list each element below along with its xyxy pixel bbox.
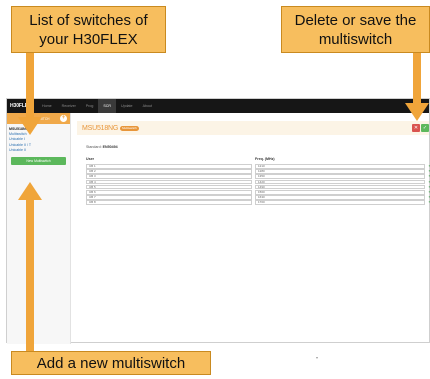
panel-title: MSU518NG — [82, 124, 119, 132]
delete-button[interactable]: ✕ — [412, 124, 420, 132]
sidebar: MULTISWITCH + MSU518NG Multiswitch Unica… — [7, 113, 71, 344]
sidebar-header: MULTISWITCH + — [7, 113, 70, 124]
column-header-user: User — [86, 157, 94, 161]
table-row: UB 3 1350 ✓ — [86, 173, 430, 179]
plus-icon[interactable]: + — [60, 115, 67, 122]
callout-text: Add a new multiswitch — [36, 354, 186, 372]
callout-text: your H30FLEX — [39, 30, 138, 48]
standard-line: Standard: EN50494 — [86, 145, 118, 149]
user-band-field[interactable]: UB 4 — [86, 179, 252, 185]
table-row: UB 5 1490 ✓ — [86, 184, 430, 190]
nav-prog[interactable]: Prog — [81, 99, 99, 113]
frequency-field[interactable]: 1700 — [255, 200, 425, 205]
nav-update[interactable]: Update — [116, 99, 138, 113]
panel-header: MSU518NG Multiswitch ✕ ✓ — [77, 121, 429, 135]
frequency-field[interactable]: 1350 — [255, 174, 425, 179]
main-nav: Home Receiver Prog SCR Update About — [37, 99, 157, 113]
user-band-field[interactable]: UB 1 — [86, 164, 252, 169]
table-row: UB 7 1630 ✓ — [86, 194, 430, 200]
switch-list: MSU518NG Multiswitch Unicable I Unicable… — [7, 124, 70, 153]
callout-delete-save: Delete or save the multiswitch — [281, 6, 430, 53]
nav-receiver[interactable]: Receiver — [57, 99, 81, 113]
top-navbar: H30FLEX Home Receiver Prog SCR Update Ab… — [7, 99, 429, 113]
user-band-field[interactable]: UB 2 — [86, 169, 252, 174]
callout-add-new: Add a new multiswitch — [11, 351, 211, 375]
frequency-field[interactable]: 1630 — [255, 195, 425, 200]
sidebar-header-label: MULTISWITCH — [27, 116, 50, 121]
standard-value: EN50494 — [102, 145, 118, 149]
table-row: UB 2 1280 ✓ — [86, 168, 430, 174]
standard-label: Standard: — [86, 145, 102, 149]
frequency-field[interactable]: 1490 — [255, 184, 425, 190]
frequency-field[interactable]: 1280 — [255, 169, 425, 174]
nav-about[interactable]: About — [138, 99, 157, 113]
app-window: H30FLEX Home Receiver Prog SCR Update Ab… — [6, 98, 430, 360]
table-row: UB 1 1210 ✓ — [86, 163, 430, 169]
scroll-indicator-icon[interactable]: ▾ — [316, 355, 318, 360]
callout-text: Delete or save the — [294, 11, 417, 29]
main-content: MSU518NG Multiswitch ✕ ✓ Standard: EN504… — [71, 113, 430, 360]
frequency-field[interactable]: 1560 — [255, 190, 425, 195]
table-row: UB 4 1420 ✓ — [86, 179, 430, 185]
user-band-field[interactable]: UB 6 — [86, 190, 252, 195]
callout-text: List of switches of — [29, 11, 148, 29]
callout-list-switches: List of switches of your H30FLEX — [11, 6, 166, 53]
nav-home[interactable]: Home — [37, 99, 57, 113]
callout-text: multiswitch — [318, 30, 393, 48]
app-logo: H30FLEX — [10, 103, 32, 109]
user-band-field[interactable]: UB 3 — [86, 174, 252, 179]
type-badge: Multiswitch — [120, 125, 139, 131]
column-header-freq: Freq. (MHz) — [255, 157, 275, 161]
frequency-field[interactable]: 1210 — [255, 164, 425, 169]
save-button[interactable]: ✓ — [421, 124, 429, 132]
user-band-field[interactable]: UB 8 — [86, 200, 252, 205]
table-row: UB 8 1700 ✓ — [86, 199, 430, 205]
user-band-field[interactable]: UB 5 — [86, 184, 252, 190]
new-multiswitch-button[interactable]: New Multiswitch — [11, 157, 66, 166]
switch-list-item[interactable]: Unicable II — [9, 148, 68, 153]
table-row: UB 6 1560 ✓ — [86, 189, 430, 195]
nav-scr[interactable]: SCR — [98, 99, 116, 113]
user-band-field[interactable]: UB 7 — [86, 195, 252, 200]
table-header: User Freq. (MHz) — [86, 157, 430, 163]
frequency-field[interactable]: 1420 — [255, 179, 425, 185]
